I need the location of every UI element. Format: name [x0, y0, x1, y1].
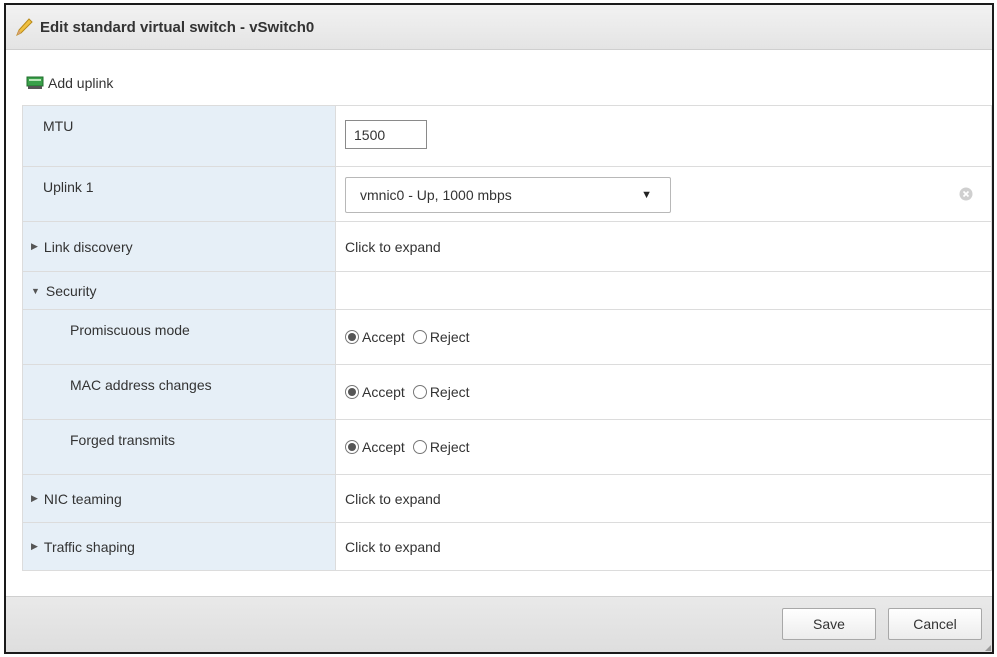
- promiscuous-mode-label: Promiscuous mode: [23, 310, 336, 364]
- mac-reject-radio[interactable]: [412, 385, 427, 399]
- cancel-button[interactable]: Cancel: [888, 608, 982, 640]
- mac-address-changes-options: Accept Reject: [336, 365, 991, 419]
- nic-teaming-label: NIC teaming: [43, 490, 122, 507]
- dialog-titlebar[interactable]: Edit standard virtual switch - vSwitch0: [6, 5, 992, 50]
- promiscuous-mode-row: Promiscuous mode Accept Reject: [23, 310, 991, 365]
- uplink-value-cell: vmnic0 - Up, 1000 mbps ▼: [336, 167, 991, 221]
- security-value-cell: [336, 272, 991, 309]
- save-button[interactable]: Save: [782, 608, 876, 640]
- forged-accept-radio[interactable]: [345, 440, 359, 454]
- nic-teaming-expand[interactable]: Click to expand: [336, 475, 991, 522]
- security-label: Security: [45, 282, 97, 299]
- expand-caret-icon: ▶: [31, 493, 38, 503]
- dialog-title: Edit standard virtual switch - vSwitch0: [40, 18, 315, 36]
- remove-uplink-icon[interactable]: [959, 187, 973, 201]
- mac-reject-label[interactable]: Reject: [430, 384, 470, 400]
- settings-grid: MTU Uplink 1 vmnic0 - Up, 1000 mbps ▼ ▶: [22, 105, 992, 571]
- security-header[interactable]: ▼ Security: [23, 272, 336, 309]
- link-discovery-expand[interactable]: Click to expand: [336, 222, 991, 271]
- link-discovery-header[interactable]: ▶ Link discovery: [23, 222, 336, 271]
- expand-caret-icon: ▶: [31, 541, 38, 551]
- traffic-shaping-header[interactable]: ▶ Traffic shaping: [23, 523, 336, 570]
- network-adapter-icon: [26, 76, 44, 89]
- forged-reject-radio[interactable]: [412, 440, 427, 454]
- promiscuous-accept-radio[interactable]: [345, 330, 359, 344]
- promiscuous-reject-label[interactable]: Reject: [430, 329, 470, 345]
- mac-accept-radio[interactable]: [345, 385, 359, 399]
- mac-accept-label[interactable]: Accept: [362, 384, 405, 400]
- nic-teaming-row[interactable]: ▶ NIC teaming Click to expand: [23, 475, 991, 523]
- mtu-label: MTU: [23, 106, 336, 166]
- dropdown-arrow-icon: ▼: [641, 189, 652, 201]
- resize-grip-icon[interactable]: [985, 645, 991, 651]
- mac-address-changes-label: MAC address changes: [23, 365, 336, 419]
- traffic-shaping-expand[interactable]: Click to expand: [336, 523, 991, 570]
- add-uplink-button[interactable]: Add uplink: [26, 75, 113, 91]
- link-discovery-label: Link discovery: [43, 238, 133, 255]
- collapse-caret-icon: ▼: [31, 285, 40, 296]
- forged-transmits-row: Forged transmits Accept Reject: [23, 420, 991, 475]
- pencil-icon: [16, 18, 33, 37]
- uplink-label: Uplink 1: [23, 167, 336, 221]
- traffic-shaping-label: Traffic shaping: [43, 538, 135, 555]
- forged-transmits-label: Forged transmits: [23, 420, 336, 474]
- forged-transmits-options: Accept Reject: [336, 420, 991, 474]
- promiscuous-mode-options: Accept Reject: [336, 310, 991, 364]
- dialog-footer: Save Cancel: [6, 596, 992, 652]
- mtu-value-cell: [336, 106, 991, 166]
- uplink-select[interactable]: vmnic0 - Up, 1000 mbps ▼: [345, 177, 671, 213]
- promiscuous-accept-label[interactable]: Accept: [362, 329, 405, 345]
- mtu-input[interactable]: [345, 120, 427, 149]
- mtu-row: MTU: [23, 106, 991, 167]
- forged-reject-label[interactable]: Reject: [430, 439, 470, 455]
- expand-caret-icon: ▶: [31, 241, 38, 251]
- uplink-selected-value: vmnic0 - Up, 1000 mbps: [360, 187, 512, 203]
- nic-teaming-header[interactable]: ▶ NIC teaming: [23, 475, 336, 522]
- forged-accept-label[interactable]: Accept: [362, 439, 405, 455]
- uplink-row: Uplink 1 vmnic0 - Up, 1000 mbps ▼: [23, 167, 991, 222]
- add-uplink-label: Add uplink: [48, 75, 114, 91]
- edit-vswitch-dialog: Edit standard virtual switch - vSwitch0 …: [4, 3, 994, 654]
- security-row[interactable]: ▼ Security: [23, 272, 991, 310]
- traffic-shaping-row[interactable]: ▶ Traffic shaping Click to expand: [23, 523, 991, 571]
- mac-address-changes-row: MAC address changes Accept Reject: [23, 365, 991, 420]
- link-discovery-row[interactable]: ▶ Link discovery Click to expand: [23, 222, 991, 272]
- promiscuous-reject-radio[interactable]: [412, 330, 427, 344]
